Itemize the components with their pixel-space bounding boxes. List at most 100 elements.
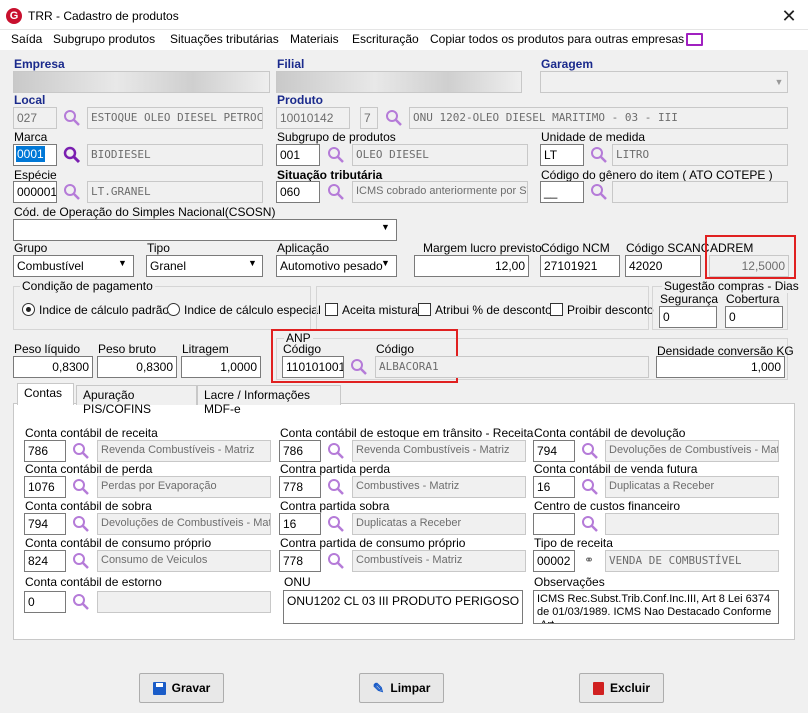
search-icon[interactable] [72, 478, 90, 496]
chevron-down-icon[interactable]: ▼ [381, 222, 390, 232]
especie-code-field[interactable]: 000001 [13, 181, 57, 203]
cobertura-field[interactable]: 0 [725, 306, 783, 328]
filial-field[interactable] [276, 71, 522, 93]
menu-saida[interactable]: Saída [11, 32, 42, 46]
search-icon[interactable] [63, 183, 81, 201]
chevron-down-icon[interactable]: ▼ [381, 258, 390, 268]
centro-code-field[interactable] [533, 513, 575, 535]
densidade-field[interactable]: 1,000 [656, 356, 785, 378]
garagem-select[interactable] [540, 71, 788, 93]
seguranca-label: Segurança [660, 292, 719, 306]
genero-code-field[interactable]: __ [540, 181, 584, 203]
proibir-desconto-label: Proibir desconto [567, 303, 654, 317]
perda-code-field[interactable]: 1076 [24, 476, 66, 498]
anp-desc-field: ALBACORA1 [375, 356, 649, 378]
search-icon[interactable] [72, 552, 90, 570]
venda-futura-label: Conta contábil de venda futura [534, 462, 698, 476]
search-icon[interactable] [72, 442, 90, 460]
transito-code-field[interactable]: 786 [279, 440, 321, 462]
search-icon[interactable] [385, 109, 403, 127]
save-button[interactable]: Gravar [139, 673, 224, 703]
chevron-down-icon[interactable]: ▼ [772, 73, 786, 91]
search-icon[interactable] [581, 478, 599, 496]
proibir-desconto-checkbox[interactable] [550, 303, 563, 316]
chevron-down-icon[interactable]: ▼ [118, 258, 127, 268]
scanc-field[interactable]: 42020 [625, 255, 701, 277]
close-icon[interactable]: ✕ [775, 5, 803, 27]
search-icon[interactable] [590, 146, 608, 164]
tipo-select[interactable]: Granel [146, 255, 263, 277]
devolucao-code-field[interactable]: 794 [533, 440, 575, 462]
pencil-icon: ✎ [372, 679, 385, 696]
binoculars-icon[interactable]: ⚭ [584, 553, 594, 567]
clear-button[interactable]: ✎ Limpar [359, 673, 444, 703]
ncm-field[interactable]: 27101921 [540, 255, 620, 277]
radio-especial[interactable] [167, 303, 180, 316]
perda-label: Conta contábil de perda [25, 462, 153, 476]
situacao-code-field[interactable]: 060 [276, 181, 320, 203]
search-icon[interactable] [581, 515, 599, 533]
search-icon[interactable] [327, 515, 345, 533]
search-icon[interactable] [327, 478, 345, 496]
search-icon[interactable] [350, 358, 368, 376]
garagem-label: Garagem [541, 57, 594, 71]
consumo-code-field[interactable]: 824 [24, 550, 66, 572]
tipo-receita-code-field[interactable]: 00002 [533, 550, 575, 572]
menu-copiar-produtos[interactable]: Copiar todos os produtos para outras emp… [430, 32, 684, 46]
floppy-disk-icon [152, 681, 166, 695]
aplicacao-select[interactable]: Automotivo pesado [276, 255, 397, 277]
empresa-field[interactable] [13, 71, 270, 93]
cp-perda-code-field[interactable]: 778 [279, 476, 321, 498]
menu-situacoes-tributarias[interactable]: Situações tributárias [170, 32, 279, 46]
situacao-name-field: ICMS cobrado anteriormente por ST [352, 181, 528, 203]
monitor-icon[interactable] [686, 33, 703, 46]
chevron-down-icon[interactable]: ▼ [248, 258, 257, 268]
menu-materiais[interactable]: Materiais [290, 32, 339, 46]
search-icon[interactable] [327, 183, 345, 201]
local-code-field[interactable]: 027 [13, 107, 57, 129]
search-icon[interactable] [63, 146, 81, 164]
menu-escrituracao[interactable]: Escrituração [352, 32, 419, 46]
search-icon[interactable] [327, 146, 345, 164]
radio-padrao[interactable] [22, 303, 35, 316]
anp-codigo-field[interactable]: 110101001 [282, 356, 344, 378]
tab-apuracao-pis-cofins[interactable]: Apuração PIS/COFINS [76, 385, 197, 416]
search-icon[interactable] [72, 515, 90, 533]
local-name-field: ESTOQUE OLEO DIESEL PETROC [87, 107, 263, 129]
subgrupo-code-field[interactable]: 001 [276, 144, 320, 166]
aceita-mistura-checkbox[interactable] [325, 303, 338, 316]
tab-contas[interactable]: Contas [17, 383, 74, 405]
peso-bruto-field[interactable]: 0,8300 [97, 356, 177, 378]
adrem-field[interactable]: 12,5000 [709, 255, 789, 277]
obs-textarea[interactable]: ICMS Rec.Subst.Trib.Conf.Inc.III, Art 8 … [533, 590, 779, 624]
seguranca-field[interactable]: 0 [659, 306, 717, 328]
tab-lacre-mdfe[interactable]: Lacre / Informações MDF-e [197, 385, 341, 416]
marca-code-field[interactable]: 0001 [13, 144, 57, 166]
search-icon[interactable] [327, 552, 345, 570]
search-icon[interactable] [72, 593, 90, 611]
search-icon[interactable] [327, 442, 345, 460]
menu-subgrupo-produtos[interactable]: Subgrupo produtos [53, 32, 155, 46]
search-icon[interactable] [63, 109, 81, 127]
venda-futura-code-field[interactable]: 16 [533, 476, 575, 498]
onu-textarea[interactable]: ONU1202 CL 03 III PRODUTO PERIGOSO [283, 590, 523, 624]
unidade-code-field[interactable]: LT [540, 144, 584, 166]
sobra-code-field[interactable]: 794 [24, 513, 66, 535]
peso-liquido-field[interactable]: 0,8300 [13, 356, 93, 378]
empresa-label: Empresa [14, 57, 65, 71]
window-title: TRR - Cadastro de produtos [28, 9, 179, 23]
search-icon[interactable] [581, 442, 599, 460]
search-icon[interactable] [590, 183, 608, 201]
estorno-code-field[interactable]: 0 [24, 591, 66, 613]
produto-code-field[interactable]: 10010142 [276, 107, 350, 129]
margem-field[interactable]: 12,00 [414, 255, 529, 277]
delete-button[interactable]: Excluir [579, 673, 664, 703]
cp-consumo-code-field[interactable]: 778 [279, 550, 321, 572]
atribui-desconto-checkbox[interactable] [418, 303, 431, 316]
cp-sobra-code-field[interactable]: 16 [279, 513, 321, 535]
csosn-select[interactable] [13, 219, 397, 241]
grupo-select[interactable]: Combustível [13, 255, 134, 277]
litragem-field[interactable]: 1,0000 [181, 356, 261, 378]
receita-code-field[interactable]: 786 [24, 440, 66, 462]
transito-name-field: Revenda Combustíveis - Matriz [352, 440, 526, 462]
